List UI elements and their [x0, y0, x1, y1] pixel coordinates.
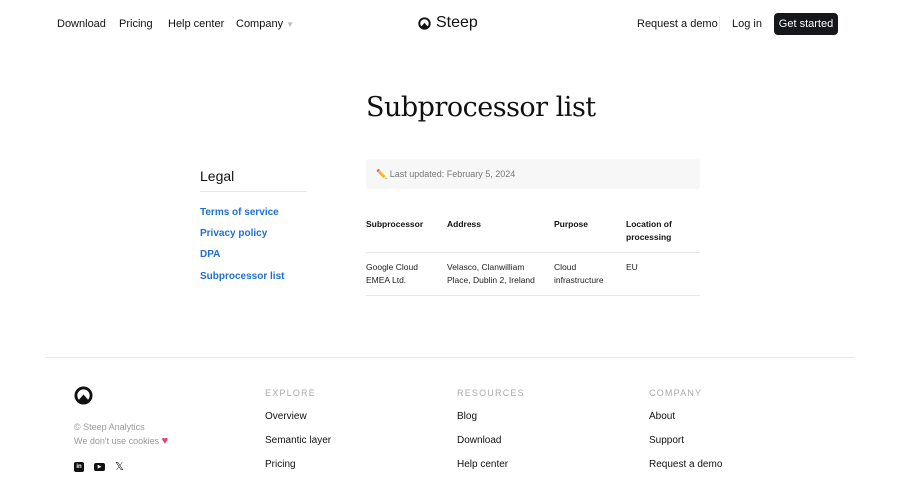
footer-link[interactable]: Overview — [265, 411, 307, 422]
brand-logo[interactable]: Steep — [418, 14, 478, 32]
heart-icon: ♥ — [161, 435, 169, 447]
footer-divider — [45, 357, 855, 358]
footer-logo-icon — [74, 386, 93, 405]
subprocessor-table: Subprocessor Address Purpose Location of… — [366, 216, 700, 296]
footer-company-title: COMPANY — [649, 388, 703, 398]
footer-link[interactable]: Pricing — [265, 459, 296, 470]
footer-explore-title: EXPLORE — [265, 388, 316, 398]
col-address: Address — [447, 219, 482, 229]
divider — [200, 191, 307, 192]
cookies-text: We don't use cookies — [74, 436, 160, 446]
cookies-note: We don't use cookies ♥ — [74, 435, 168, 447]
footer-link[interactable]: Request a demo — [649, 459, 722, 470]
table-header: Subprocessor Address Purpose Location of… — [366, 216, 700, 253]
linkedin-icon[interactable]: in — [74, 461, 84, 472]
footer-resources-title: RESOURCES — [457, 388, 525, 398]
cell-location: EU — [626, 252, 700, 296]
youtube-icon[interactable]: ▶ — [94, 462, 105, 471]
col-subprocessor: Subprocessor — [366, 219, 424, 229]
cell-purpose: Cloud infrastructure — [554, 252, 626, 296]
nav-company[interactable]: Company ▼ — [236, 18, 294, 30]
brand-name: Steep — [436, 14, 478, 31]
footer-link[interactable]: Support — [649, 435, 684, 446]
nav-company-label: Company — [236, 18, 284, 30]
footer-link[interactable]: Semantic layer — [265, 435, 331, 446]
nav-divider — [719, 16, 720, 31]
last-updated-banner: ✏️ Last updated: February 5, 2024 — [366, 159, 700, 189]
page-title: Subprocessor list — [366, 92, 596, 123]
cell-subprocessor: Google Cloud EMEA Ltd. — [366, 252, 447, 296]
sidebar-privacy[interactable]: Privacy policy — [200, 228, 267, 239]
steep-logo-icon — [418, 16, 431, 30]
nav-download[interactable]: Download — [57, 18, 106, 30]
footer-link[interactable]: Help center — [457, 459, 508, 470]
get-started-button[interactable]: Get started — [774, 13, 838, 35]
chevron-down-icon: ▼ — [286, 20, 295, 29]
footer-link[interactable]: About — [649, 411, 675, 422]
nav-request-demo[interactable]: Request a demo — [637, 18, 718, 30]
col-purpose: Purpose — [554, 219, 589, 229]
copyright: © Steep Analytics — [74, 422, 145, 432]
social-links: in ▶ 𝕏 — [74, 460, 124, 473]
cell-address: Velasco, Clanwilliam Place, Dublin 2, Ir… — [447, 252, 554, 296]
x-icon[interactable]: 𝕏 — [115, 460, 124, 473]
col-location: Location of processing — [626, 219, 672, 242]
table-row: Google Cloud EMEA Ltd. Velasco, Clanwill… — [366, 252, 700, 296]
footer-link[interactable]: Blog — [457, 411, 477, 422]
sidebar-heading: Legal — [200, 168, 235, 184]
nav-help-center[interactable]: Help center — [168, 18, 224, 30]
sidebar-terms[interactable]: Terms of service — [200, 207, 279, 218]
sidebar-dpa[interactable]: DPA — [200, 249, 220, 260]
nav-login[interactable]: Log in — [732, 18, 762, 30]
nav-pricing[interactable]: Pricing — [119, 18, 153, 30]
sidebar-subprocessor[interactable]: Subprocessor list — [200, 271, 284, 282]
footer-link[interactable]: Download — [457, 435, 501, 446]
